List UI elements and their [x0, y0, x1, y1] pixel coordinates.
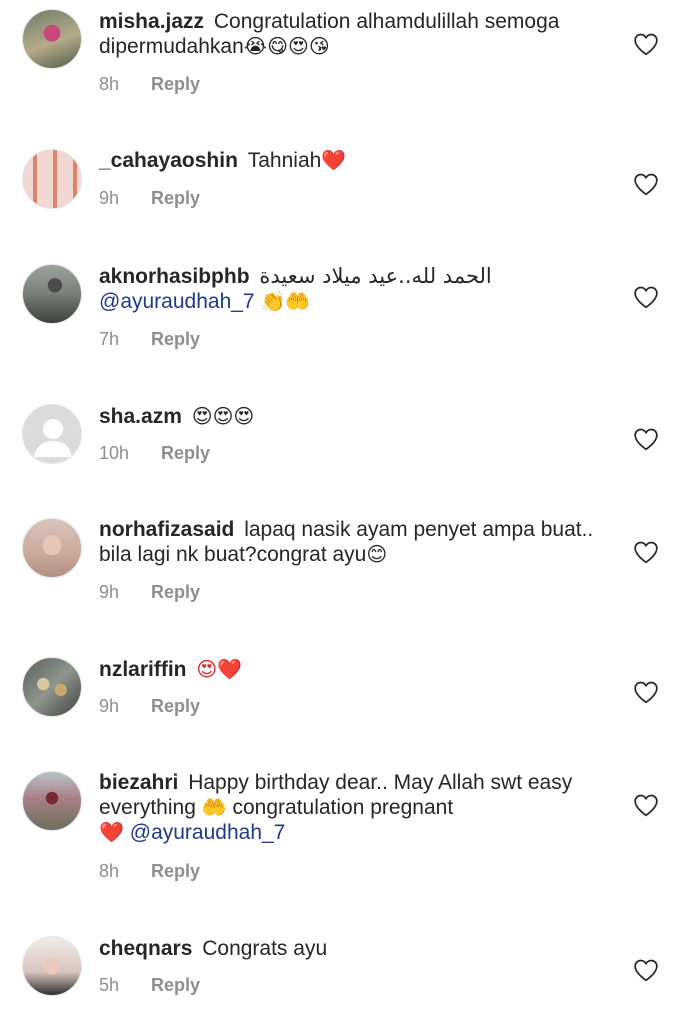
heart-outline-icon [634, 681, 658, 704]
comment-emojis: ❤️ [99, 820, 124, 844]
comment-meta: 8h Reply [99, 74, 200, 95]
default-avatar-icon [34, 419, 72, 457]
comment-time: 5h [99, 975, 120, 995]
comment-emojis: 😭😋😍😘 [243, 34, 330, 58]
like-button[interactable] [633, 32, 659, 56]
comment-body: Tahniah [247, 149, 322, 172]
heart-outline-icon [634, 959, 658, 982]
comment-text: cheqnars Congrats ayu [99, 936, 619, 961]
like-button[interactable] [633, 958, 659, 982]
comment-time: 7h [99, 329, 120, 349]
like-button[interactable] [633, 540, 659, 564]
avatar[interactable] [22, 404, 82, 464]
avatar[interactable] [22, 518, 82, 578]
reply-button[interactable]: Reply [151, 582, 200, 602]
reply-button[interactable]: Reply [151, 74, 200, 94]
heart-outline-icon [634, 428, 658, 451]
comment-meta: 9h Reply [99, 188, 200, 209]
comment-emoji-mid: 🤲 [201, 795, 227, 819]
comment-username[interactable]: cheqnars [99, 937, 198, 960]
comment-time: 8h [99, 861, 120, 881]
avatar[interactable] [22, 936, 82, 996]
like-button[interactable] [633, 793, 659, 817]
comment-username[interactable]: aknorhasibphb [99, 265, 255, 288]
comment-text: aknorhasibphb الحمد لله..عيد ميلاد سعيدة… [99, 264, 619, 314]
comment-username[interactable]: sha.azm [99, 405, 188, 428]
comment-body-after: congratulation pregnant [232, 796, 454, 819]
comment-meta: 7h Reply [99, 329, 200, 350]
like-button[interactable] [633, 680, 659, 704]
comment-username[interactable]: misha.jazz [99, 10, 210, 33]
mention-link[interactable]: @ayuraudhah_7 [99, 290, 255, 313]
comment-emojis: 😊 [366, 542, 388, 566]
avatar[interactable] [22, 657, 82, 717]
reply-button[interactable]: Reply [151, 975, 200, 995]
comment-username[interactable]: _cahayaoshin [99, 149, 244, 172]
comment-time: 9h [99, 582, 120, 602]
comment-emojis: 👏🤲 [260, 289, 311, 313]
mention-link[interactable]: @ayuraudhah_7 [130, 821, 286, 844]
reply-button[interactable]: Reply [151, 329, 200, 349]
comment-username[interactable]: nzlariffin [99, 658, 192, 681]
heart-outline-icon [634, 173, 658, 196]
comment-username[interactable]: norhafizasaid [99, 518, 240, 541]
comment-meta: 10h Reply [99, 443, 210, 464]
comment-emojis: 😍❤️ [196, 657, 243, 681]
comment-text: sha.azm 😍😍😍 [99, 404, 619, 429]
like-button[interactable] [633, 172, 659, 196]
comment-text: biezahri Happy birthday dear.. May Allah… [99, 770, 619, 845]
comment-time: 9h [99, 188, 120, 208]
heart-outline-icon [634, 286, 658, 309]
heart-outline-icon [634, 33, 658, 56]
comment-text: nzlariffin 😍❤️ [99, 657, 619, 682]
heart-outline-icon [634, 794, 658, 817]
avatar[interactable] [22, 149, 82, 209]
comment-emojis: ❤️ [321, 148, 347, 172]
comment-time: 9h [99, 696, 120, 716]
comment-time: 10h [99, 443, 130, 463]
comment-text: norhafizasaid lapaq nasik ayam penyet am… [99, 517, 619, 567]
comment-meta: 8h Reply [99, 861, 200, 882]
comment-text: misha.jazz Congratulation alhamdulillah … [99, 9, 619, 59]
comment-meta: 5h Reply [99, 975, 200, 996]
reply-button[interactable]: Reply [161, 443, 210, 463]
avatar[interactable] [22, 771, 82, 831]
like-button[interactable] [633, 285, 659, 309]
avatar[interactable] [22, 9, 82, 69]
comment-emojis: 😍😍😍 [191, 404, 255, 428]
comment-body: الحمد لله..عيد ميلاد سعيدة [259, 264, 492, 288]
comment-meta: 9h Reply [99, 696, 200, 717]
heart-outline-icon [634, 541, 658, 564]
reply-button[interactable]: Reply [151, 861, 200, 881]
comment-username[interactable]: biezahri [99, 771, 184, 794]
reply-button[interactable]: Reply [151, 188, 200, 208]
comment-text: _cahayaoshin Tahniah❤️ [99, 148, 619, 173]
reply-button[interactable]: Reply [151, 696, 200, 716]
avatar[interactable] [22, 264, 82, 324]
comment-body: Congrats ayu [202, 937, 328, 960]
comment-meta: 9h Reply [99, 582, 200, 603]
like-button[interactable] [633, 427, 659, 451]
comment-time: 8h [99, 74, 120, 94]
